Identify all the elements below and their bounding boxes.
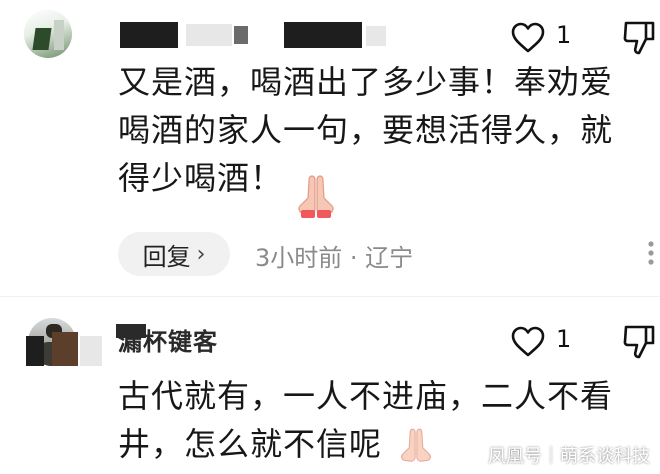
- heart-icon[interactable]: [510, 22, 546, 54]
- avatar[interactable]: [24, 10, 72, 58]
- comment-line: 古代就有，一人不进庙，二人不看: [118, 377, 614, 415]
- chevron-right-icon: ›: [196, 241, 206, 267]
- watermark: 凤凰号｜萌系谈科技: [488, 446, 650, 467]
- comment-line: 得少喝酒！: [118, 159, 284, 197]
- like-count: 1: [556, 325, 572, 353]
- more-dots-icon[interactable]: [642, 240, 660, 266]
- avatar-redaction: [52, 332, 78, 366]
- username-redacted: [284, 22, 362, 48]
- avatar-redaction: [26, 336, 44, 366]
- thumbs-down-icon[interactable]: [622, 20, 656, 56]
- comment-line: 喝酒的家人一句，要想活得久，就: [118, 111, 614, 149]
- username-redacted: [186, 24, 232, 46]
- comment-divider: [0, 296, 660, 297]
- username-redacted: [120, 22, 178, 48]
- like-count: 1: [556, 21, 572, 49]
- username-redacted: [116, 324, 146, 338]
- pray-hands-emoji: [298, 175, 334, 218]
- heart-icon[interactable]: [510, 326, 546, 358]
- comment-line: 又是酒，喝酒出了多少事！奉劝爱: [118, 63, 614, 101]
- pray-hands-emoji: [401, 428, 431, 462]
- reply-button[interactable]: 回复 ›: [118, 232, 230, 276]
- username-redacted: [234, 26, 248, 44]
- username-redacted: [366, 26, 386, 46]
- comment-text: 又是酒，喝酒出了多少事！奉劝爱 喝酒的家人一句，要想活得久，就 得少喝酒！: [118, 58, 613, 202]
- reply-label: 回复: [142, 242, 191, 271]
- thumbs-down-icon[interactable]: [622, 324, 656, 360]
- avatar-redaction: [80, 336, 102, 366]
- comment-meta: 3小时前 · 辽宁: [255, 244, 414, 272]
